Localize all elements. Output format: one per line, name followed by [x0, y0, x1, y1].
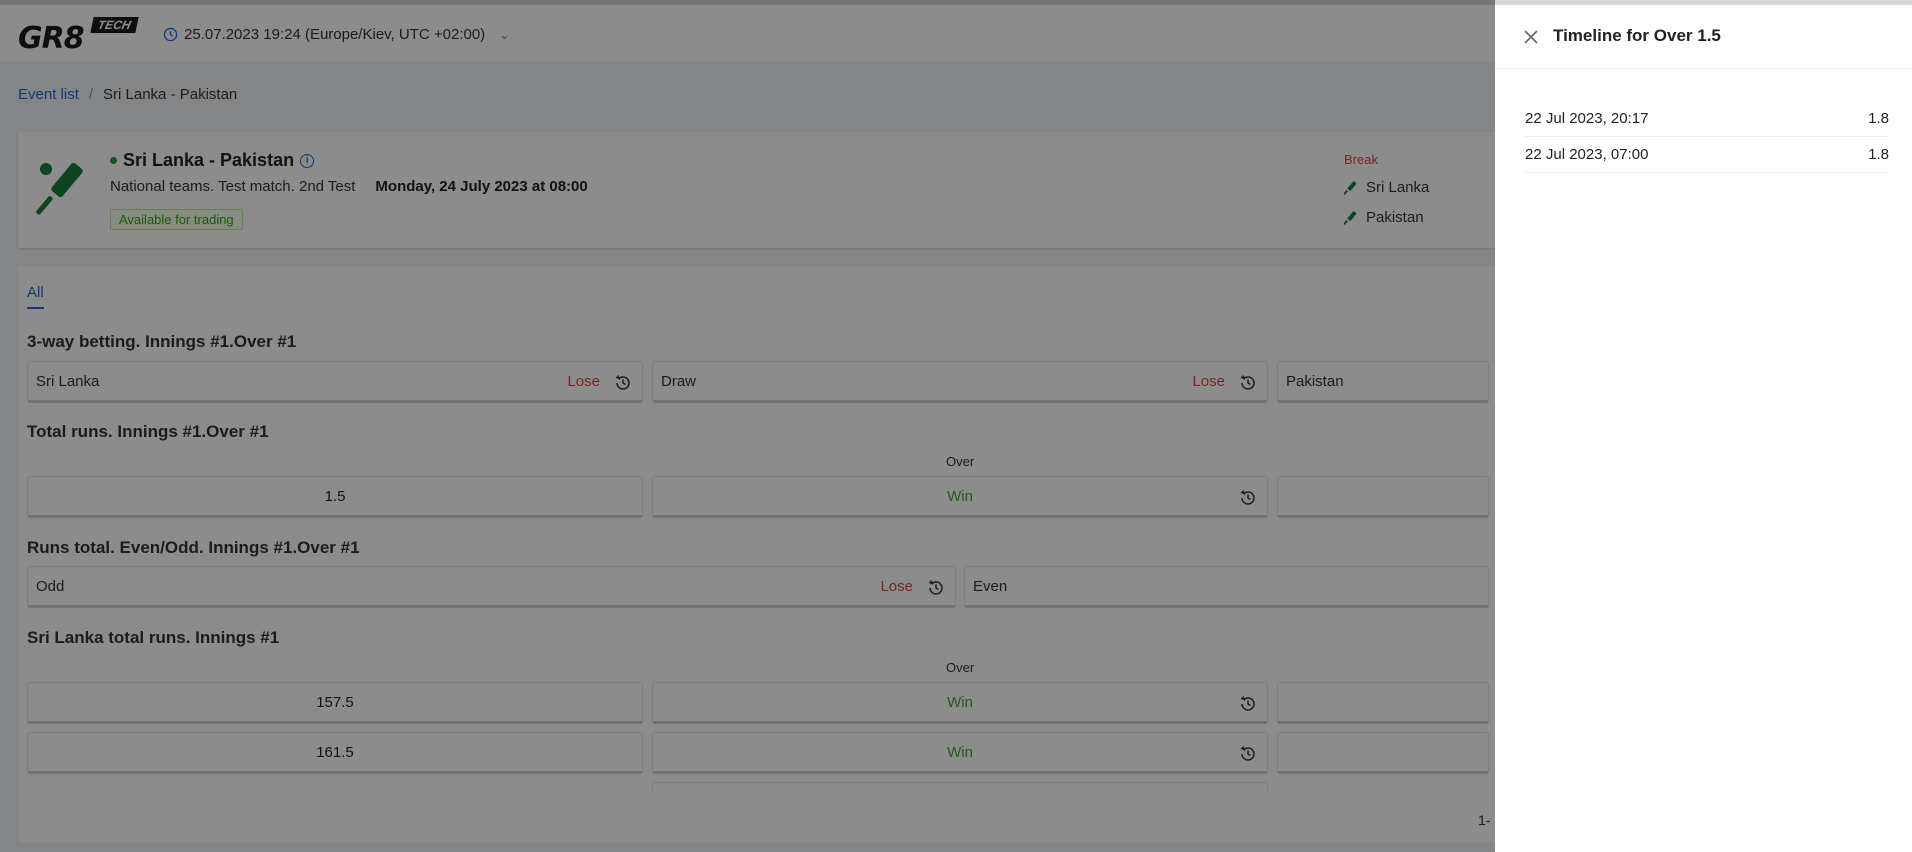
timeline-time: 22 Jul 2023, 07:00 — [1525, 146, 1649, 163]
timeline-row: 22 Jul 2023, 07:00 1.8 — [1525, 137, 1889, 173]
timeline-drawer: Timeline for Over 1.5 22 Jul 2023, 20:17… — [1495, 0, 1912, 852]
close-icon[interactable] — [1523, 29, 1539, 45]
drawer-title: Timeline for Over 1.5 — [1553, 26, 1721, 45]
timeline-value: 1.8 — [1868, 146, 1889, 163]
timeline-value: 1.8 — [1868, 110, 1889, 127]
timeline-time: 22 Jul 2023, 20:17 — [1525, 110, 1649, 127]
timeline-row: 22 Jul 2023, 20:17 1.8 — [1525, 101, 1889, 137]
drawer-header: Timeline for Over 1.5 — [1495, 5, 1912, 69]
